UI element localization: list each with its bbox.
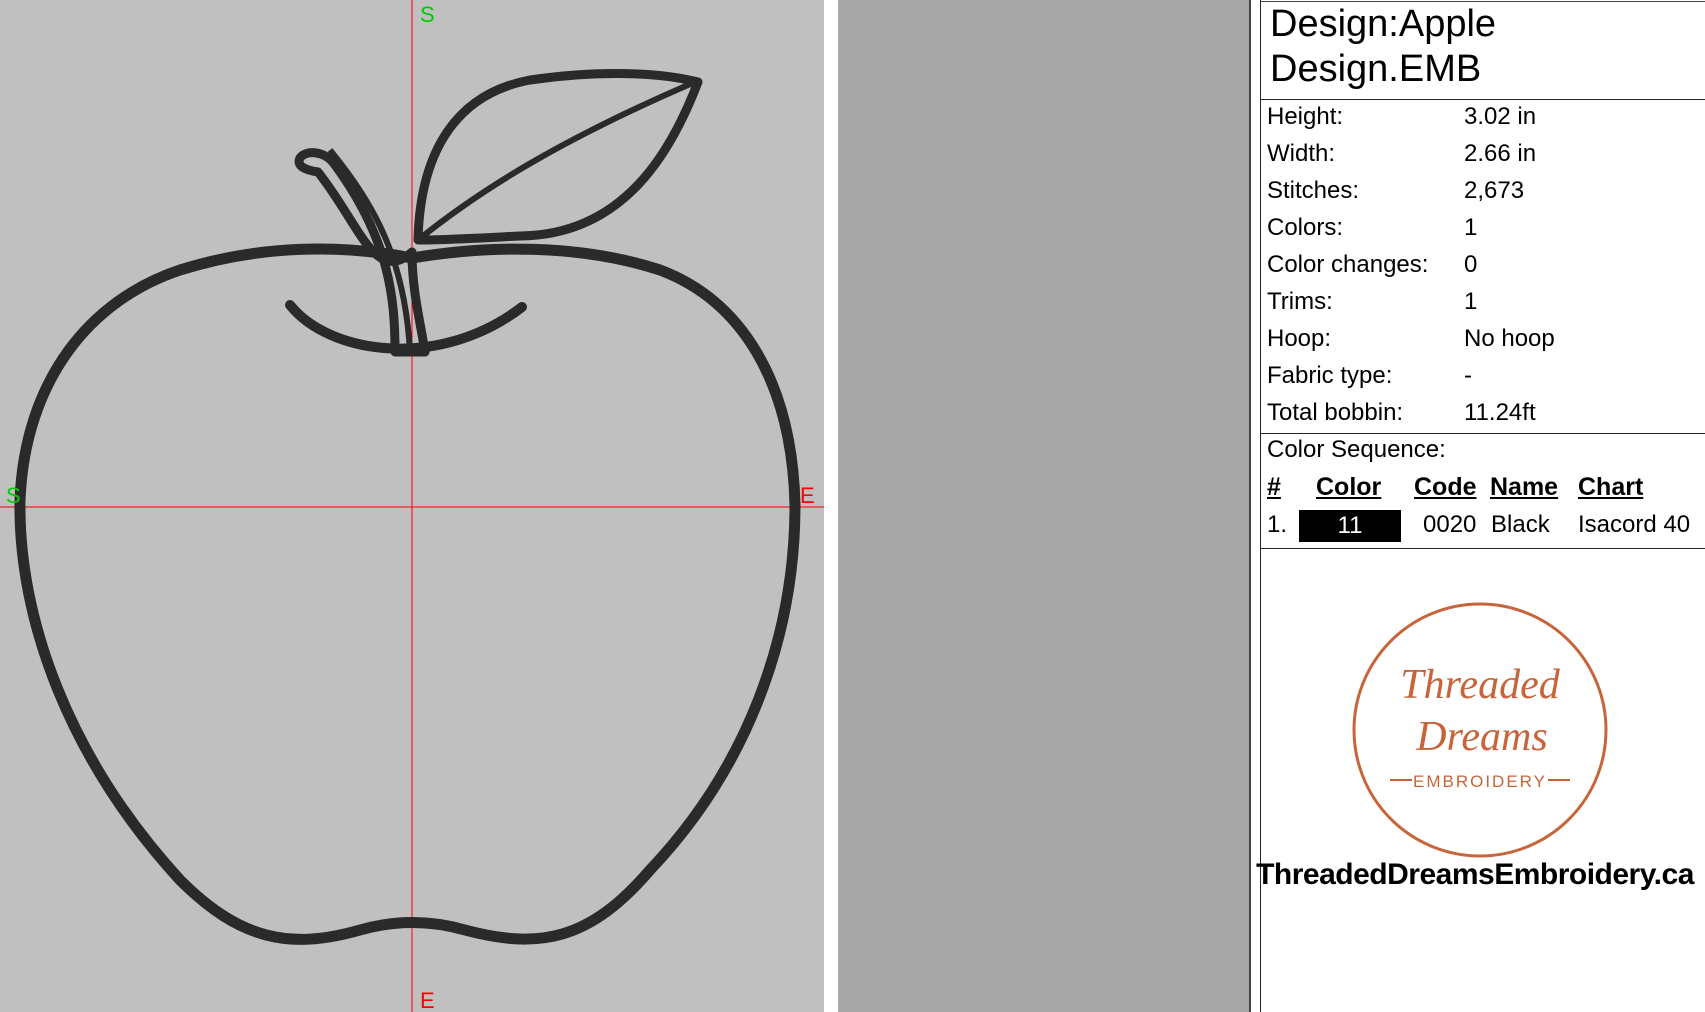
column-header-chart: Chart bbox=[1578, 473, 1644, 501]
property-value: 1 bbox=[1464, 288, 1478, 315]
property-label: Height: bbox=[1267, 103, 1344, 130]
property-label: Width: bbox=[1267, 140, 1336, 167]
property-label: Stitches: bbox=[1267, 177, 1360, 204]
divider-title bbox=[1260, 99, 1705, 100]
threaded-dreams-logo: Threaded Dreams EMBROIDERY bbox=[1352, 602, 1608, 858]
color-swatch: 11 bbox=[1299, 510, 1401, 542]
property-value: 2.66 in bbox=[1464, 140, 1537, 167]
row-code: 0020 bbox=[1423, 511, 1477, 538]
property-label: Fabric type: bbox=[1267, 362, 1393, 389]
canvas-divider bbox=[826, 0, 838, 1012]
empty-workspace-area bbox=[838, 0, 1249, 1012]
property-value: 0 bbox=[1464, 251, 1478, 278]
row-index: 1. bbox=[1267, 511, 1288, 538]
logo-line3: EMBROIDERY bbox=[1413, 772, 1547, 791]
marker-left: S bbox=[6, 483, 21, 508]
design-filename: Design.EMB bbox=[1270, 48, 1482, 90]
property-label: Trims: bbox=[1267, 288, 1333, 315]
property-value: 3.02 in bbox=[1464, 103, 1537, 130]
design-title: Design:Apple bbox=[1270, 3, 1497, 45]
logo-line2: Dreams bbox=[1415, 714, 1547, 760]
divider-sequence bbox=[1260, 548, 1705, 549]
color-sequence-title: Color Sequence: bbox=[1267, 436, 1446, 463]
marker-right: E bbox=[800, 483, 815, 508]
property-value: 2,673 bbox=[1464, 177, 1525, 204]
column-header-code: Code bbox=[1414, 473, 1477, 501]
property-value: - bbox=[1464, 362, 1472, 389]
logo-line1: Threaded bbox=[1400, 662, 1560, 708]
property-label: Color changes: bbox=[1267, 251, 1429, 278]
row-name: Black bbox=[1491, 511, 1550, 538]
property-value: No hoop bbox=[1464, 325, 1555, 352]
property-label: Hoop: bbox=[1267, 325, 1332, 352]
column-header-name: Name bbox=[1490, 473, 1559, 501]
apple-design-preview: S E S E bbox=[0, 0, 824, 1012]
property-label: Total bobbin: bbox=[1267, 399, 1404, 426]
design-canvas[interactable]: S E S E bbox=[0, 0, 826, 1012]
marker-bottom: E bbox=[420, 988, 435, 1012]
property-value: 1 bbox=[1464, 214, 1478, 241]
marker-top: S bbox=[420, 2, 435, 27]
column-header-index: # bbox=[1267, 473, 1281, 501]
property-value: 11.24ft bbox=[1464, 399, 1536, 426]
website-url: ThreadedDreamsEmbroidery.ca bbox=[1256, 858, 1694, 891]
column-header-color: Color bbox=[1316, 473, 1382, 501]
divider-properties bbox=[1260, 433, 1705, 434]
row-chart: Isacord 40 bbox=[1578, 511, 1691, 538]
property-label: Colors: bbox=[1267, 214, 1344, 241]
